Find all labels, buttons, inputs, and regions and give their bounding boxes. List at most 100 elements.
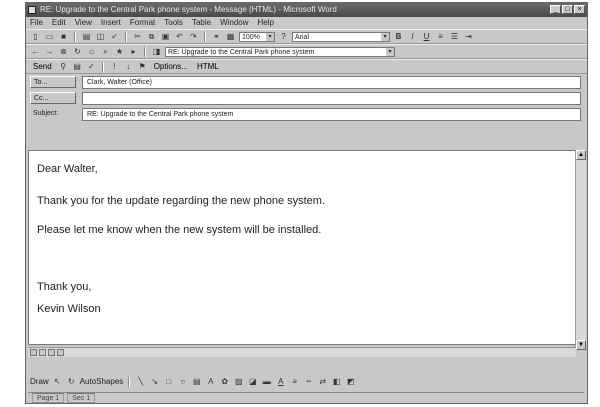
show-only-icon[interactable]: ◨ xyxy=(151,47,162,57)
zoom-select[interactable]: 100% ▾ xyxy=(239,31,275,42)
undo-icon[interactable]: ↶ xyxy=(174,32,185,42)
clipart-icon[interactable]: ✿ xyxy=(219,377,230,387)
body-line-1: Thank you for the update regarding the n… xyxy=(37,195,326,207)
open-icon[interactable]: ▭ xyxy=(44,32,55,42)
importance-high-icon[interactable]: ! xyxy=(109,62,120,72)
maximize-button[interactable]: □ xyxy=(562,5,573,14)
status-section: Sec 1 xyxy=(67,393,96,403)
menu-edit[interactable]: Edit xyxy=(52,17,66,29)
body-closing: Thank you, xyxy=(37,281,92,293)
dash-style-icon[interactable]: ┅ xyxy=(303,377,314,387)
send-button[interactable]: Send xyxy=(30,62,55,71)
address-book-icon[interactable]: ▤ xyxy=(72,62,83,72)
vertical-scrollbar[interactable]: ▲ ▼ xyxy=(575,150,586,350)
refresh-icon[interactable]: ↻ xyxy=(72,47,83,57)
print-icon[interactable]: ▤ xyxy=(81,32,92,42)
web-layout-icon[interactable] xyxy=(39,349,46,356)
shadow-icon[interactable]: ◧ xyxy=(331,377,342,387)
print-preview-icon[interactable]: ◫ xyxy=(95,32,106,42)
toolbar-separator xyxy=(144,46,146,57)
new-icon[interactable]: ▯ xyxy=(30,32,41,42)
to-field[interactable]: Clark, Walter (Office) xyxy=(82,75,581,89)
font-select[interactable]: Arial ▾ xyxy=(292,31,390,42)
autoshapes-button[interactable]: AutoShapes xyxy=(80,377,124,386)
close-button[interactable]: × xyxy=(574,5,585,14)
title-bar: RE: Upgrade to the Central Park phone sy… xyxy=(26,3,587,17)
outline-view-icon[interactable] xyxy=(57,349,64,356)
spelling-icon[interactable]: ✓ xyxy=(109,32,120,42)
options-button[interactable]: Options... xyxy=(151,62,191,71)
menu-tools[interactable]: Tools xyxy=(164,17,183,29)
message-body[interactable]: Dear Walter, Thank you for the update re… xyxy=(28,150,576,345)
cc-field[interactable] xyxy=(82,91,581,105)
forward-icon[interactable]: → xyxy=(44,47,55,57)
table-icon[interactable]: ▦ xyxy=(225,32,236,42)
line-color-icon[interactable]: ▬ xyxy=(261,377,272,387)
textbox-icon[interactable]: ▤ xyxy=(191,377,202,387)
picture-icon[interactable]: ▨ xyxy=(233,377,244,387)
italic-icon[interactable]: I xyxy=(407,32,418,42)
attach-icon[interactable]: ⚲ xyxy=(58,62,69,72)
select-objects-icon[interactable]: ↖ xyxy=(52,377,63,387)
favorites-icon[interactable]: ★ xyxy=(114,47,125,57)
check-names-icon[interactable]: ✓ xyxy=(86,62,97,72)
3d-icon[interactable]: ◩ xyxy=(345,377,356,387)
redo-icon[interactable]: ↷ xyxy=(188,32,199,42)
home-icon[interactable]: ⌂ xyxy=(86,47,97,57)
underline-icon[interactable]: U xyxy=(421,32,432,42)
go-icon[interactable]: ▸ xyxy=(128,47,139,57)
minimize-button[interactable]: _ xyxy=(550,5,561,14)
toolbar-separator xyxy=(74,31,76,42)
fill-color-icon[interactable]: ◪ xyxy=(247,377,258,387)
to-button[interactable]: To... xyxy=(30,76,76,88)
copy-icon[interactable]: ⧉ xyxy=(146,32,157,42)
save-icon[interactable]: ■ xyxy=(58,32,69,42)
view-buttons-bar xyxy=(28,347,576,357)
flag-icon[interactable]: ⚑ xyxy=(137,62,148,72)
oval-icon[interactable]: ○ xyxy=(177,377,188,387)
menu-help[interactable]: Help xyxy=(258,17,274,29)
format-select[interactable]: HTML xyxy=(194,62,222,71)
line-style-icon[interactable]: ≡ xyxy=(289,377,300,387)
back-icon[interactable]: ← xyxy=(30,47,41,57)
menu-table[interactable]: Table xyxy=(192,17,211,29)
arrow-style-icon[interactable]: ⇄ xyxy=(317,377,328,387)
menu-file[interactable]: File xyxy=(30,17,43,29)
align-icon[interactable]: ≡ xyxy=(435,32,446,42)
indent-icon[interactable]: ⇥ xyxy=(463,32,474,42)
status-bar: Page 1 Sec 1 xyxy=(28,392,584,403)
search-icon[interactable]: ⌕ xyxy=(100,47,111,57)
menu-insert[interactable]: Insert xyxy=(101,17,121,29)
line-icon[interactable]: ╲ xyxy=(135,377,146,387)
help-icon[interactable]: ? xyxy=(278,32,289,42)
hyperlink-icon[interactable]: ⚭ xyxy=(211,32,222,42)
message-toolbar: Send ⚲ ▤ ✓ ! ↓ ⚑ Options... HTML xyxy=(26,59,587,74)
cc-button[interactable]: Cc... xyxy=(30,92,76,104)
subject-field[interactable]: RE: Upgrade to the Central Park phone sy… xyxy=(82,107,581,121)
address-field[interactable]: RE: Upgrade to the Central Park phone sy… xyxy=(165,46,395,57)
word-app-icon[interactable] xyxy=(28,6,36,14)
cut-icon[interactable]: ✂ xyxy=(132,32,143,42)
standard-toolbar: ▯ ▭ ■ ▤ ◫ ✓ ✂ ⧉ ▣ ↶ ↷ ⚭ ▦ 100% ▾ ? Arial… xyxy=(26,29,587,44)
print-layout-icon[interactable] xyxy=(48,349,55,356)
stop-icon[interactable]: ⊗ xyxy=(58,47,69,57)
menu-view[interactable]: View xyxy=(75,17,92,29)
normal-view-icon[interactable] xyxy=(30,349,37,356)
menu-window[interactable]: Window xyxy=(220,17,248,29)
draw-menu-button[interactable]: Draw xyxy=(30,377,49,386)
paste-icon[interactable]: ▣ xyxy=(160,32,171,42)
importance-low-icon[interactable]: ↓ xyxy=(123,62,134,72)
menu-bar: File Edit View Insert Format Tools Table… xyxy=(26,17,587,29)
font-color-icon[interactable]: A xyxy=(275,377,286,387)
bullets-icon[interactable]: ☰ xyxy=(449,32,460,42)
arrow-icon[interactable]: ↘ xyxy=(149,377,160,387)
to-row: To... Clark, Walter (Office) xyxy=(26,74,587,90)
scroll-up-icon[interactable]: ▲ xyxy=(576,150,586,160)
scroll-down-icon[interactable]: ▼ xyxy=(576,340,586,350)
subject-label: Subject: xyxy=(33,110,59,117)
rectangle-icon[interactable]: □ xyxy=(163,377,174,387)
menu-format[interactable]: Format xyxy=(130,17,155,29)
bold-icon[interactable]: B xyxy=(393,32,404,42)
wordart-icon[interactable]: A xyxy=(205,377,216,387)
rotate-icon[interactable]: ↻ xyxy=(66,377,77,387)
